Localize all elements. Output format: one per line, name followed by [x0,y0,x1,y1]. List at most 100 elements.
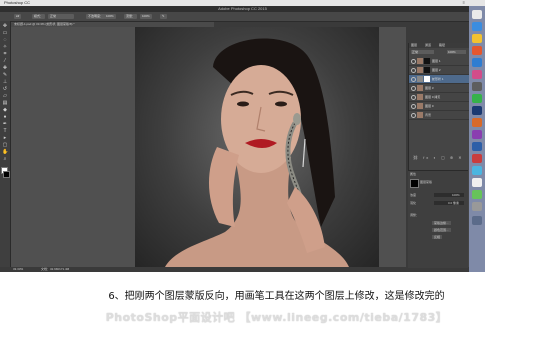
wechat-icon[interactable] [472,94,482,103]
layer-mask-thumbnail[interactable] [424,58,430,64]
layer-name: 蛇形状 1 [432,77,444,81]
feather-label: 羽化 [410,201,417,205]
marquee-tool-icon[interactable]: ▭ [2,31,8,36]
history-brush-tool-icon[interactable]: ↺ [2,87,8,92]
shape-tool-icon[interactable]: ▢ [2,143,8,148]
layer-name: 图层 1 [432,59,441,63]
opacity-label: 不透明度： [86,14,106,19]
messages-icon[interactable] [472,190,482,199]
layer-row-selected[interactable]: 蛇形状 1 [409,75,469,84]
layer-actions-icons[interactable]: ⛓ fx ◐ ▢ ⊕ ✕ [413,155,464,160]
path-select-tool-icon[interactable]: ▸ [2,136,8,141]
finder-icon[interactable] [472,10,482,19]
visibility-eye-icon[interactable] [411,59,416,64]
layer-row[interactable]: 图层 0 [409,102,469,111]
dodge-tool-icon[interactable]: ● [2,115,8,120]
settings-icon[interactable] [472,82,482,91]
mask-edge-button[interactable]: 蒙版边缘... [432,221,451,225]
opacity-input[interactable]: 100% [104,14,116,19]
layer-mask-thumbnail[interactable] [424,76,430,82]
watermark: PhotoShop平面设计吧 【www.lineeg.com/tieba/178… [105,311,448,324]
layer-mask-thumbnail[interactable] [424,67,430,73]
layer-thumbnail [417,76,423,82]
notes-icon[interactable] [472,34,482,43]
color-range-button[interactable]: 颜色范围... [432,228,451,232]
visibility-eye-icon[interactable] [411,68,416,73]
layer-row[interactable]: 图层 2 [409,66,469,75]
hand-tool-icon[interactable]: ✋ [2,150,8,155]
illustrator-icon[interactable] [472,118,482,127]
brush-preset-picker[interactable]: ●▾ [14,14,22,19]
visibility-eye-icon[interactable] [411,86,416,91]
qq-icon[interactable] [472,58,482,67]
mode-label: 模式： [32,14,46,19]
acrobat-icon[interactable] [472,154,482,163]
layer-row[interactable]: 图层 0 拷贝 [409,93,469,102]
flow-label: 流量： [124,14,138,19]
zoom-tool-icon[interactable]: ⌕ [2,157,8,162]
tutorial-caption: 6、把刚两个图层蒙版反向，用画笔工具在这两个图层上修改，这是修改完的 [108,291,445,302]
layer-row[interactable]: 背景 [409,111,469,120]
chrome-icon[interactable] [472,46,482,55]
feather-value[interactable]: 0.0 像素 [448,201,459,205]
status-bar: 33.33% 文档：32.9M/171.4M [11,267,406,272]
photoshop-window: Photoshop CC ≡ Adobe Photoshop CC 2015 ●… [0,0,485,272]
itunes-icon[interactable] [472,70,482,79]
portrait-photo [135,27,379,267]
tab-layers[interactable]: 图层 [411,43,417,48]
visibility-eye-icon[interactable] [411,104,416,109]
zoom-level[interactable]: 33.33% [13,267,23,272]
flow-input[interactable]: 100% [140,14,152,19]
layer-name: 图层 0 拷贝 [425,95,441,99]
brush-tool-icon[interactable]: ✎ [2,73,8,78]
photoshop-icon[interactable] [472,106,482,115]
visibility-eye-icon[interactable] [411,95,416,100]
layer-name: 图层 0 [425,104,434,108]
safari-icon[interactable] [472,22,482,31]
calendar-icon[interactable] [472,178,482,187]
tab-channels[interactable]: 通道 [425,43,431,48]
layer-opacity-input[interactable]: 100% [447,50,466,54]
visibility-eye-icon[interactable] [411,113,416,118]
options-bar: ●▾ 模式： 正常 不透明度： 100% 流量： 100% ✎ [0,12,485,22]
gradient-tool-icon[interactable]: ▤ [2,101,8,106]
layer-thumbnail [417,67,423,73]
crop-tool-icon[interactable]: ⌗ [2,52,8,57]
stamp-tool-icon[interactable]: ⊥ [2,80,8,85]
mode-select[interactable]: 正常 [48,14,74,19]
trash-icon[interactable] [472,202,482,211]
portrait-illustration [165,38,349,267]
layer-thumbnail [417,58,423,64]
move-tool-icon[interactable]: ✥ [2,24,8,29]
layer-name: 图层 3 [425,86,434,90]
lightroom-icon[interactable] [472,142,482,151]
tab-paths[interactable]: 路径 [439,43,445,48]
layer-thumbnail [417,103,423,109]
layer-row[interactable]: 图层 1 [409,57,469,66]
layers-panel-tabs: 图层 通道 路径 [409,43,469,48]
refine-label: 调整： [410,213,420,217]
lasso-tool-icon[interactable]: ◌ [2,38,8,43]
blur-tool-icon[interactable]: ◆ [2,108,8,113]
properties-title: 属性 [410,172,417,176]
app-store-icon[interactable] [472,166,482,175]
layer-row[interactable]: 图层 3 [409,84,469,93]
eyedropper-tool-icon[interactable]: ⁄ [2,59,8,64]
premiere-icon[interactable] [472,130,482,139]
density-value[interactable]: 100% [452,193,460,197]
quick-select-tool-icon[interactable]: ✧ [2,45,8,50]
blend-mode-select[interactable]: 正常 [411,50,434,54]
layer-thumbnail [417,112,423,118]
type-tool-icon[interactable]: T [2,129,8,134]
invert-button[interactable]: 反相 [432,235,443,239]
canvas-area[interactable] [11,27,406,267]
healing-tool-icon[interactable]: ✚ [2,66,8,71]
layer-thumbnail [417,85,423,91]
eraser-tool-icon[interactable]: ▱ [2,94,8,99]
visibility-eye-icon[interactable] [411,77,416,82]
layer-thumbnail [417,94,423,100]
background-color-swatch[interactable] [3,171,10,178]
pen-tool-icon[interactable]: ✒ [2,122,8,127]
airbrush-icon[interactable]: ✎ [160,14,167,19]
downloads-icon[interactable] [472,216,482,225]
